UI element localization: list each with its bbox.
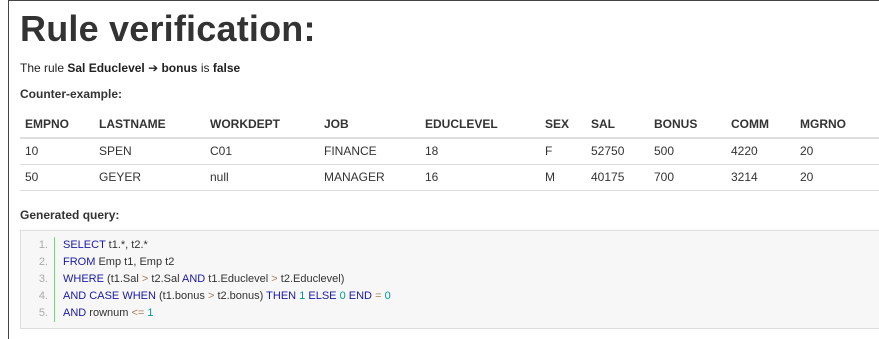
code-text: AND CASE WHEN (t1.bonus > t2.bonus) THEN… [63,290,391,302]
column-header-workdept: WORKDEPT [205,111,319,139]
table-cell: 20 [795,164,879,191]
rule-result: false [212,61,241,75]
code-block[interactable]: 1. SELECT t1.*, t2.* 2. FROM Emp t1, Emp… [20,230,879,329]
code-line: 3. WHERE (t1.Sal > t2.Sal AND t1.Educlev… [21,271,879,288]
code-text: SELECT t1.*, t2.* [63,239,148,251]
table-cell: FINANCE [319,138,420,165]
line-number: 5. [21,305,55,322]
table-cell: M [540,164,586,191]
column-header-bonus: BONUS [649,111,726,139]
column-header-job: JOB [319,111,420,139]
column-header-sal: SAL [586,111,649,139]
table-cell: 10 [20,138,94,165]
code-line: 2. FROM Emp t1, Emp t2 [21,254,879,271]
code-line: 4. AND CASE WHEN (t1.bonus > t2.bonus) T… [21,288,879,305]
column-header-mgrno: MGRNO [795,111,879,139]
code-line: 1. SELECT t1.*, t2.* [21,237,879,254]
table-cell: F [540,138,586,165]
table-cell: 700 [649,164,726,191]
column-header-comm: COMM [726,111,795,139]
rule-statement: The rule Sal Educlevel ➔ bonus is false [20,61,240,75]
column-header-empno: EMPNO [20,111,94,139]
table-cell: 20 [795,138,879,165]
rule-prefix: The rule [20,61,65,75]
table-cell: 50 [20,164,94,191]
table-cell: null [205,164,319,191]
line-number: 2. [21,254,55,271]
page-title: Rule verification: [20,8,316,49]
column-header-educlevel: EDUCLEVEL [420,111,540,139]
table-cell: 40175 [586,164,649,191]
table-cell: 18 [420,138,540,165]
generated-query-label: Generated query: [20,208,120,222]
table-row: 50 GEYER null MANAGER 16 M 40175 700 321… [20,164,879,191]
rule-text: Sal Educlevel ➔ bonus [67,61,198,75]
line-number: 3. [21,271,55,288]
table-cell: 16 [420,164,540,191]
code-line: 5. AND rownum <= 1 [21,305,879,322]
table-cell: SPEN [94,138,205,165]
table-cell: C01 [205,138,319,165]
table-cell: 4220 [726,138,795,165]
code-text: AND rownum <= 1 [63,307,154,319]
line-number: 4. [21,288,55,305]
code-text: WHERE (t1.Sal > t2.Sal AND t1.Educlevel … [63,273,345,285]
code-text: FROM Emp t1, Emp t2 [63,256,175,268]
table-header-row: EMPNO LASTNAME WORKDEPT JOB EDUCLEVEL SE… [20,111,879,139]
table-cell: 3214 [726,164,795,191]
table-cell: 500 [649,138,726,165]
counter-example-table: EMPNO LASTNAME WORKDEPT JOB EDUCLEVEL SE… [20,111,879,191]
table-cell: 52750 [586,138,649,165]
table-row: 10 SPEN C01 FINANCE 18 F 52750 500 4220 … [20,138,879,165]
table-cell: MANAGER [319,164,420,191]
column-header-sex: SEX [540,111,586,139]
rule-mid: is [200,61,210,75]
column-header-lastname: LASTNAME [94,111,205,139]
line-number: 1. [21,237,55,254]
table-cell: GEYER [94,164,205,191]
counter-example-label: Counter-example: [20,87,123,101]
